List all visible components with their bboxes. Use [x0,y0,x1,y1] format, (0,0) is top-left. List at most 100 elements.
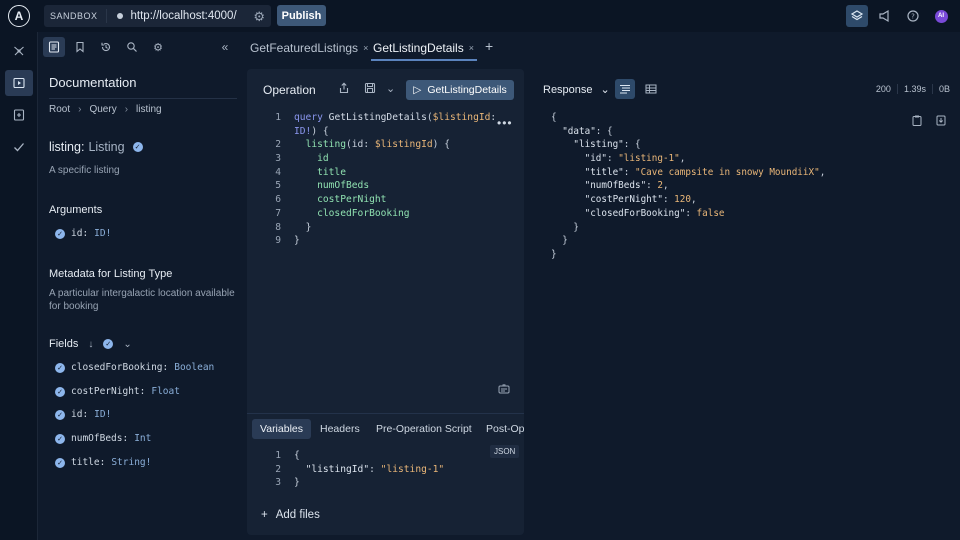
collapse-panel-icon[interactable]: « [215,37,235,57]
code-line: ID!) { [294,125,329,137]
add-files-button[interactable]: + Add files [261,509,320,521]
field-selected-check-icon[interactable]: ✓ [132,142,143,152]
field-check-icon[interactable]: ✓ [55,457,65,468]
close-tab-icon[interactable]: × [469,43,474,53]
run-operation-button[interactable]: ▷ GetListingDetails [406,80,514,100]
code-line: 3 id [275,153,329,165]
close-tab-icon[interactable]: × [363,43,368,53]
response-panel: Response ⌄ 200 1.39s 0B { "data": { "lis… [531,69,960,535]
breadcrumb-chevron-icon: › [78,104,82,115]
field-row-id[interactable]: ✓ id: ID! [55,409,111,420]
help-icon[interactable]: ? [902,5,924,27]
breadcrumb-root[interactable]: Root [49,104,70,115]
sort-arrow-down-icon[interactable]: ↓ [88,339,93,350]
field-item-type[interactable]: Int [134,433,151,444]
share-icon[interactable] [338,82,350,94]
chevron-down-icon[interactable]: ⌄ [123,339,131,350]
select-all-check-icon[interactable]: ✓ [103,339,114,349]
save-options-chevron-down-icon[interactable]: ⌄ [386,82,395,95]
breadcrumb-query[interactable]: Query [89,104,116,115]
avatar: AI [934,9,948,23]
argument-row[interactable]: ✓ id: ID! [55,228,111,239]
field-heading: listing: Listing ✓ [49,140,143,154]
tab-getfeaturedlistings[interactable]: GetFeaturedListings × [250,41,368,55]
code-line: "data": { [562,125,613,137]
field-item-name: costPerNight: [71,386,146,397]
code-line: "title": "Cave campsite in snowy Moundii… [584,166,826,178]
save-icon[interactable] [364,82,376,94]
rail-saved-operations-icon[interactable] [5,102,33,128]
response-size: 0B [931,84,950,94]
history-icon[interactable] [95,37,117,57]
field-check-icon[interactable]: ✓ [55,386,65,397]
json-mode-badge[interactable]: JSON [490,445,520,458]
rail-checks-icon[interactable] [5,134,33,160]
run-operation-label: GetListingDetails [427,84,507,96]
field-row-costpernight[interactable]: ✓ costPerNight: Float [55,386,180,397]
response-json-view-icon[interactable] [615,79,635,99]
code-line: "closedForBooking": false [584,207,725,219]
tab-getlistingdetails[interactable]: GetListingDetails × [373,41,474,55]
tab-label: GetListingDetails [373,41,464,55]
variables-editor[interactable]: 1{ 2 "listingId": "listing-1" 3} [259,449,479,490]
search-icon[interactable] [121,37,143,57]
field-check-icon[interactable]: ✓ [55,362,65,373]
code-line: 8 } [275,221,312,233]
code-line: 4 title [275,166,346,178]
code-line: 6 costPerNight [275,194,387,206]
field-type[interactable]: Listing [88,140,124,154]
settings-gear-icon[interactable]: ⚙ [147,37,169,57]
connection-settings-gear-icon[interactable]: ⚙ [253,9,265,25]
argument-check-icon[interactable]: ✓ [55,228,65,239]
tab-pre-operation-script[interactable]: Pre-Operation Script [368,419,480,439]
tab-headers[interactable]: Headers [312,419,368,439]
response-table-view-icon[interactable] [641,79,661,99]
publish-button[interactable]: Publish [277,5,326,26]
field-row-title[interactable]: ✓ title: String! [55,457,151,468]
field-row-numofbeds[interactable]: ✓ numOfBeds: Int [55,433,151,444]
code-line: 9} [275,235,300,247]
tab-post-operation-script[interactable]: Post-Operation Script [478,419,524,439]
argument-type[interactable]: ID! [94,228,111,239]
schema-layers-icon[interactable] [846,5,868,27]
megaphone-icon[interactable] [874,5,896,27]
field-check-icon[interactable]: ✓ [55,433,65,444]
field-item-type[interactable]: String! [111,457,151,468]
response-selector[interactable]: Response ⌄ [543,83,610,97]
response-time: 1.39s [896,84,926,94]
field-item-name: id: [71,409,89,420]
breadcrumb-listing[interactable]: listing [136,104,162,115]
copy-clipboard-icon[interactable] [912,115,922,126]
doc-toolbar: ⚙ [43,37,169,57]
endpoint-url[interactable]: http://localhost:4000/ [131,10,237,22]
code-line: 7 closedForBooking [275,207,410,219]
field-check-icon[interactable]: ✓ [55,409,65,420]
code-line: } [573,221,579,233]
connection-status-dot [116,13,123,19]
field-item-type[interactable]: Boolean [174,362,214,373]
field-item-name: numOfBeds: [71,433,129,444]
field-item-type[interactable]: Float [151,386,180,397]
bookmark-icon[interactable] [69,37,91,57]
fields-heading: Fields ↓ ✓ ⌄ [49,338,132,350]
add-tab-plus-icon[interactable]: + [485,38,493,54]
operation-editor[interactable]: 1 query GetListingDetails($listingId: ID!… [259,111,519,248]
endpoint-bar[interactable]: SANDBOX http://localhost:4000/ ⚙ [44,5,271,27]
field-item-type[interactable]: ID! [94,409,111,420]
response-title: Response [543,83,593,96]
download-icon[interactable] [936,115,946,126]
top-bar-actions: ? AI [846,5,952,27]
prettify-icon[interactable] [498,384,510,394]
code-line: "numOfBeds": 2, [584,180,669,192]
documentation-icon[interactable] [43,37,65,57]
rail-explorer-icon[interactable] [5,70,33,96]
user-avatar[interactable]: AI [930,5,952,27]
breadcrumb-chevron-icon: › [124,104,129,115]
field-row-closedforbooking[interactable]: ✓ closedForBooking: Boolean [55,362,214,373]
documentation-title: Documentation [49,75,137,90]
rail-graph-icon[interactable] [5,38,33,64]
apollo-logo[interactable]: A [8,5,30,27]
top-bar: A SANDBOX http://localhost:4000/ ⚙ Publi… [0,0,960,32]
tab-variables[interactable]: Variables [252,419,311,439]
breadcrumb: Root › Query › listing [49,104,162,115]
